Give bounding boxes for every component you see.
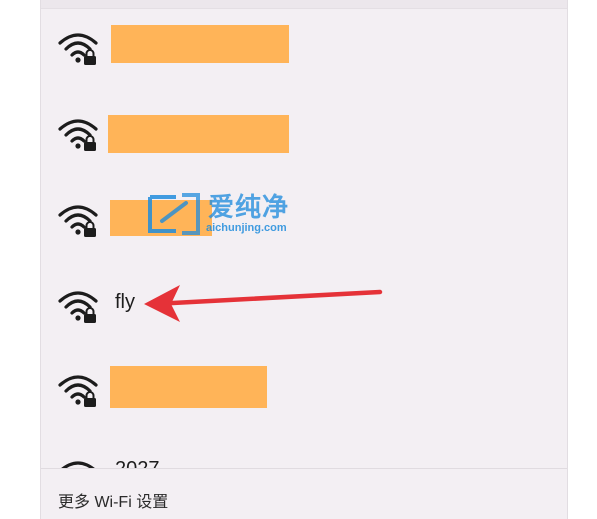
lock-icon [84, 49, 96, 65]
network-name: fly [115, 291, 135, 313]
lock-icon [84, 391, 96, 407]
wifi-flyout-panel: fly 2027 [40, 0, 568, 519]
panel-top-edge [41, 0, 567, 9]
wifi-network-item[interactable] [41, 366, 567, 426]
wifi-network-item[interactable] [41, 24, 567, 84]
more-wifi-settings-link[interactable]: 更多 Wi-Fi 设置 [58, 493, 168, 513]
wifi-secured-icon [58, 375, 98, 407]
redacted-network-name [111, 25, 289, 63]
lock-icon [84, 307, 96, 323]
wifi-secured-icon [58, 33, 98, 65]
red-annotation-arrow [144, 285, 383, 322]
redacted-network-name [110, 366, 267, 408]
lock-icon [84, 135, 96, 151]
screenshot-stage: fly 2027 [0, 0, 597, 519]
watermark-logo-icon [148, 193, 200, 235]
wifi-network-item[interactable] [41, 110, 567, 170]
watermark-url: aichunjing.com [206, 222, 287, 234]
wifi-secured-icon [58, 205, 98, 237]
redacted-network-name [108, 115, 289, 153]
watermark-title: 爱纯净 [208, 192, 290, 222]
wifi-secured-icon [58, 119, 98, 151]
flyout-footer: 更多 Wi-Fi 设置 [41, 468, 567, 519]
lock-icon [84, 221, 96, 237]
watermark-logo: 爱纯净 aichunjing.com [146, 191, 316, 237]
wifi-secured-icon [58, 291, 98, 323]
